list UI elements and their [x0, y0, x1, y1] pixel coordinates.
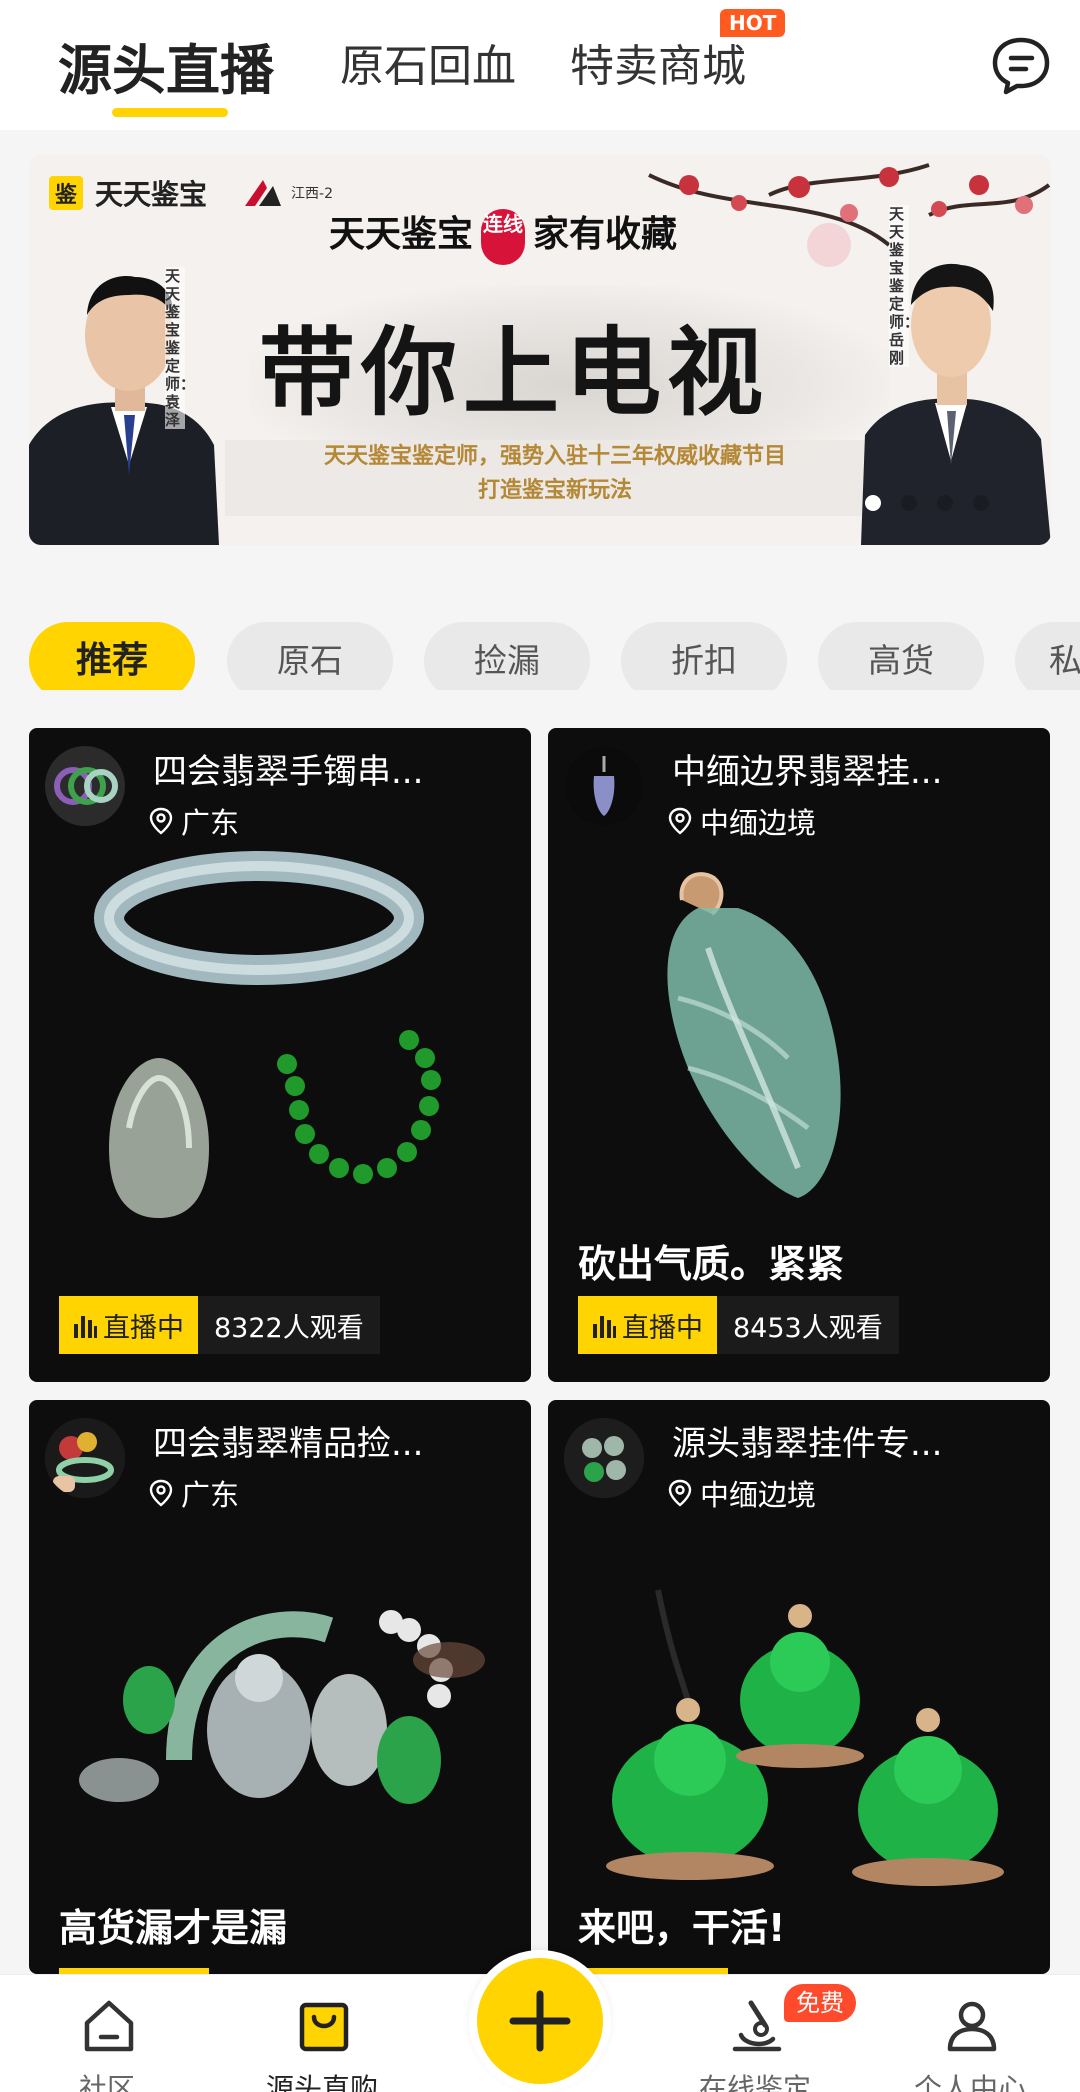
banner-description: 天天鉴宝鉴定师，强势入驻十三年权威收藏节目 打造鉴宝新玩法 — [225, 440, 885, 516]
lianxian-badge: 连线 — [481, 209, 526, 265]
carousel-dots — [865, 495, 989, 511]
nav-label: 社区 — [78, 2072, 135, 2092]
chip-raw-stone[interactable]: 原石 — [227, 622, 393, 690]
stream-location: 中缅边境 — [668, 1472, 816, 1514]
tab-special-mall[interactable]: 特卖商城 — [570, 30, 746, 94]
publish-button[interactable] — [469, 1950, 611, 2092]
plus-icon — [509, 1990, 571, 2052]
avatar-image — [564, 746, 644, 826]
stream-title: 四会翡翠手镯串... — [153, 752, 424, 792]
tv-logo-icon — [245, 180, 282, 206]
live-indicator: 直播中 — [59, 1296, 198, 1354]
active-tab-indicator — [112, 108, 228, 117]
chip-private[interactable]: 私 — [1015, 622, 1080, 690]
nav-personal-center[interactable]: 个人中心 — [870, 1975, 1070, 2092]
location-text: 广东 — [181, 1478, 240, 1512]
brand-logo: 鉴 — [49, 176, 83, 210]
avatar-image — [564, 1418, 644, 1498]
free-badge: 免费 — [784, 1984, 856, 2022]
stream-caption: 来吧，干活! — [578, 1906, 786, 1950]
location-text: 中缅边境 — [700, 1478, 817, 1512]
nav-label: 在线鉴定 — [698, 2072, 811, 2092]
chip-recommend[interactable]: 推荐 — [29, 622, 195, 690]
banner-title: 带你上电视 — [259, 316, 769, 429]
tab-raw-stone[interactable]: 原石回血 — [340, 30, 516, 94]
live-status: 直播中 8453人观看 — [578, 1296, 899, 1354]
banner-subtitle-left: 天天鉴宝 — [329, 213, 474, 255]
top-nav: 源头直播 原石回血 特卖商城 HOT — [0, 0, 1080, 130]
carousel-dot[interactable] — [901, 495, 917, 511]
viewer-count: 8322人观看 — [198, 1296, 380, 1354]
chip-discount[interactable]: 折扣 — [621, 622, 787, 690]
stream-caption: 高货漏才是漏 — [59, 1906, 288, 1950]
message-icon[interactable] — [990, 34, 1052, 96]
live-label: 直播中 — [103, 1312, 184, 1344]
chip-high-end[interactable]: 高货 — [818, 622, 984, 690]
banner-subtitle: 天天鉴宝 连线 家有收藏 — [329, 205, 677, 265]
live-stream-card[interactable]: 四会翡翠精品捡... 广东 高货漏才是漏 — [29, 1400, 531, 1974]
carousel-dot[interactable] — [937, 495, 953, 511]
banner-desc-line2: 打造鉴宝新玩法 — [477, 478, 632, 503]
category-chips: 推荐 原石 捡漏 折扣 高货 私 — [0, 590, 1080, 690]
chip-bargain[interactable]: 捡漏 — [424, 622, 590, 690]
stream-caption: 砍出气质。紧紧 — [578, 1242, 845, 1286]
home-icon — [84, 2000, 134, 2052]
stream-title: 中缅边界翡翠挂... — [672, 752, 943, 792]
stream-location: 中缅边境 — [668, 800, 816, 842]
location-pin-icon — [668, 807, 692, 835]
live-bars-icon — [74, 1316, 97, 1338]
location-pin-icon — [149, 807, 173, 835]
live-stream-card[interactable]: 源头翡翠挂件专... 中缅边境 来吧，干活! — [548, 1400, 1050, 1974]
location-text: 广东 — [181, 806, 240, 840]
tab-source-live[interactable]: 源头直播 — [58, 26, 274, 105]
hot-badge: HOT — [720, 9, 786, 37]
shopping-bag-icon — [299, 2002, 349, 2052]
stream-title: 四会翡翠精品捡... — [153, 1424, 424, 1464]
live-stream-card[interactable]: 中缅边界翡翠挂... 中缅边境 砍出气质。紧紧 直播中 8453人观看 — [548, 728, 1050, 1382]
streamer-avatar[interactable] — [564, 746, 644, 826]
nav-label: 个人中心 — [913, 2072, 1026, 2092]
live-label: 直播中 — [622, 1312, 703, 1344]
location-pin-icon — [149, 1479, 173, 1507]
live-bars-icon — [593, 1316, 616, 1338]
banner-subtitle-right: 家有收藏 — [533, 213, 678, 255]
streamer-avatar[interactable] — [564, 1418, 644, 1498]
appraiser-left-photo — [29, 275, 219, 545]
stream-location: 广东 — [149, 800, 239, 842]
person-icon — [947, 2001, 997, 2052]
stream-location: 广东 — [149, 1472, 239, 1514]
nav-label: 源头直购 — [265, 2072, 378, 2092]
carousel-dot[interactable] — [865, 495, 881, 511]
banner-brand-row: 鉴 天天鉴宝 江西-2 — [49, 173, 333, 213]
avatar-image — [54, 767, 118, 805]
microscope-icon — [732, 2000, 782, 2052]
location-text: 中缅边境 — [700, 806, 817, 840]
jade-bangle-image — [94, 851, 441, 1218]
tv-channel-name: 江西-2 — [291, 186, 333, 202]
nav-source-purchase[interactable]: 源头直购 — [222, 1975, 422, 2092]
carousel-dot[interactable] — [973, 495, 989, 511]
promo-banner[interactable]: 鉴 天天鉴宝 江西-2 天天鉴宝 连线 家有收藏 带你上电视 天天鉴宝鉴定师，强势入… — [29, 155, 1051, 545]
location-pin-icon — [668, 1479, 692, 1507]
streamer-avatar[interactable] — [45, 746, 125, 826]
stream-title: 源头翡翠挂件专... — [672, 1424, 943, 1464]
tv-channel-logo: 江西-2 — [241, 176, 333, 210]
brand-name: 天天鉴宝 — [95, 178, 208, 211]
left-appraiser-caption: 天天鉴宝鉴定师：袁泽 — [165, 267, 196, 429]
live-status: 直播中 8322人观看 — [59, 1296, 380, 1354]
streamer-avatar[interactable] — [45, 1418, 125, 1498]
right-appraiser-caption: 天天鉴宝鉴定师：岳刚 — [889, 205, 920, 367]
nav-community[interactable]: 社区 — [7, 1975, 207, 2092]
live-indicator: 直播中 — [578, 1296, 717, 1354]
live-stream-card[interactable]: 四会翡翠手镯串... 广东 直播中 8322人观看 — [29, 728, 531, 1382]
banner-desc-line1: 天天鉴宝鉴定师，强势入驻十三年权威收藏节目 — [323, 444, 786, 469]
avatar-image — [45, 1418, 125, 1498]
viewer-count: 8453人观看 — [717, 1296, 899, 1354]
